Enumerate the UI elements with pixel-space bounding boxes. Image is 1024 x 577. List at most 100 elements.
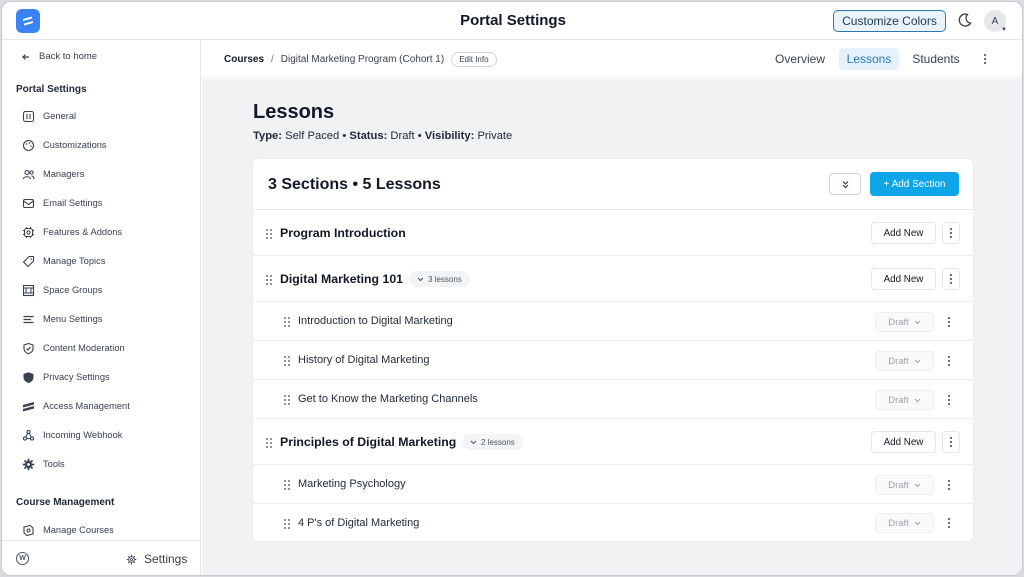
- sidebar-item-incoming-webhook[interactable]: Incoming Webhook: [22, 427, 122, 443]
- section-more-icon[interactable]: [942, 222, 960, 244]
- sidebar: Back to home Portal Settings General Cus…: [2, 40, 201, 575]
- sidebar-item-access-management[interactable]: Access Management: [22, 398, 130, 414]
- sidebar-item-label: Privacy Settings: [43, 372, 110, 382]
- status-value: Draft: [888, 355, 909, 367]
- sidebar-item-manage-courses[interactable]: Manage Courses: [22, 522, 114, 538]
- section-more-icon[interactable]: [942, 431, 960, 453]
- visibility-label: Visibility:: [424, 130, 475, 142]
- main-content: Lessons Type: Self Paced • Status: Draft…: [202, 79, 1022, 575]
- lesson-title[interactable]: Introduction to Digital Marketing: [298, 315, 453, 327]
- section-title: Program Introduction: [280, 226, 406, 240]
- drag-handle-icon[interactable]: [284, 519, 290, 529]
- more-options-icon[interactable]: [980, 52, 990, 66]
- lesson-more-icon[interactable]: [942, 351, 956, 371]
- lesson-title[interactable]: Marketing Psychology: [298, 478, 406, 490]
- add-section-button[interactable]: + Add Section: [870, 172, 959, 196]
- sidebar-item-label: Incoming Webhook: [43, 430, 123, 440]
- drag-handle-icon[interactable]: [266, 275, 272, 285]
- add-new-button[interactable]: Add New: [871, 431, 936, 453]
- drag-handle-icon[interactable]: [284, 356, 290, 366]
- drag-handle-icon[interactable]: [284, 395, 290, 405]
- edit-info-button[interactable]: Edit Info: [451, 52, 497, 67]
- sidebar-item-label: Manage Courses: [43, 525, 114, 535]
- sidebar-item-managers[interactable]: Managers: [22, 166, 84, 182]
- sidebar-item-label: Access Management: [43, 401, 130, 411]
- sidebar-item-general[interactable]: General: [22, 108, 76, 124]
- sidebar-item-tools[interactable]: Tools: [22, 456, 65, 472]
- add-new-button[interactable]: Add New: [871, 222, 936, 244]
- sidebar-item-privacy-settings[interactable]: Privacy Settings: [22, 369, 110, 385]
- lesson-count-badge[interactable]: 3 lessons: [409, 271, 470, 287]
- tab-lessons[interactable]: Lessons: [839, 48, 899, 70]
- course-meta: Type: Self Paced • Status: Draft • Visib…: [253, 130, 512, 142]
- status-dropdown[interactable]: Draft: [875, 475, 934, 495]
- sidebar-item-label: Managers: [43, 169, 85, 179]
- drag-handle-icon[interactable]: [284, 317, 290, 327]
- tab-students[interactable]: Students: [907, 48, 965, 70]
- course-management-heading: Course Management: [16, 497, 115, 508]
- sidebar-item-customizations[interactable]: Customizations: [22, 137, 107, 153]
- lessons-title: Lessons: [253, 101, 335, 123]
- status-dropdown[interactable]: Draft: [875, 513, 934, 533]
- status-value: Draft: [390, 130, 415, 142]
- lesson-count-label: 3 lessons: [428, 274, 462, 284]
- tag-icon: [22, 255, 35, 267]
- status-dropdown[interactable]: Draft: [875, 390, 934, 410]
- status-dropdown[interactable]: Draft: [875, 351, 934, 371]
- back-to-home-link[interactable]: Back to home: [21, 51, 97, 62]
- users-icon: [22, 169, 35, 179]
- lesson-title[interactable]: History of Digital Marketing: [298, 354, 429, 366]
- lessons-card: 3 Sections • 5 Lessons + Add Section Pro…: [253, 159, 973, 541]
- chevron-down-icon: [914, 359, 921, 363]
- grid-icon: [22, 284, 35, 296]
- type-value: Self Paced: [285, 130, 340, 142]
- drag-handle-icon[interactable]: [284, 480, 290, 490]
- card-header: 3 Sections • 5 Lessons + Add Section: [253, 159, 973, 210]
- breadcrumb: Courses / Digital Marketing Program (Coh…: [224, 52, 497, 67]
- drag-handle-icon[interactable]: [266, 438, 272, 448]
- settings-link[interactable]: Settings: [126, 552, 187, 566]
- status-dropdown[interactable]: Draft: [875, 312, 934, 332]
- sidebar-item-manage-topics[interactable]: Manage Topics: [22, 253, 105, 269]
- avatar[interactable]: A ▼: [984, 10, 1007, 33]
- customize-colors-button[interactable]: Customize Colors: [833, 10, 946, 32]
- lesson-title[interactable]: 4 P's of Digital Marketing: [298, 517, 419, 529]
- lesson-row: History of Digital Marketing Draft: [253, 342, 973, 380]
- chevron-down-icon: [417, 277, 424, 281]
- sidebar-item-email-settings[interactable]: Email Settings: [22, 195, 102, 211]
- lesson-row: Get to Know the Marketing Channels Draft: [253, 381, 973, 419]
- lesson-more-icon[interactable]: [942, 312, 956, 332]
- chevrons-down-icon: [842, 180, 848, 188]
- gear-icon: [126, 554, 137, 564]
- chevron-down-icon: [914, 521, 921, 525]
- sidebar-item-space-groups[interactable]: Space Groups: [22, 282, 102, 298]
- section-more-icon[interactable]: [942, 268, 960, 290]
- lesson-more-icon[interactable]: [942, 390, 956, 410]
- meta-dot: •: [342, 130, 347, 142]
- sidebar-item-content-moderation[interactable]: Content Moderation: [22, 340, 125, 356]
- breadcrumb-separator: /: [271, 54, 274, 65]
- settings-label: Settings: [144, 552, 188, 566]
- shield-icon: [23, 371, 34, 383]
- chevron-down-icon: ▼: [1001, 27, 1007, 33]
- lesson-more-icon[interactable]: [942, 513, 956, 533]
- lesson-row: 4 P's of Digital Marketing Draft: [253, 505, 973, 541]
- general-icon: [22, 110, 35, 122]
- wordpress-icon[interactable]: W: [16, 552, 29, 565]
- add-new-button[interactable]: Add New: [871, 268, 936, 290]
- breadcrumb-courses[interactable]: Courses: [224, 54, 264, 65]
- tab-overview[interactable]: Overview: [769, 48, 831, 70]
- lesson-title[interactable]: Get to Know the Marketing Channels: [298, 393, 478, 405]
- sidebar-item-menu-settings[interactable]: Menu Settings: [22, 311, 102, 327]
- lesson-count-label: 2 lessons: [481, 437, 515, 447]
- collapse-all-button[interactable]: [829, 173, 861, 195]
- avatar-initial: A: [991, 15, 999, 27]
- lesson-count-badge[interactable]: 2 lessons: [462, 434, 523, 450]
- drag-handle-icon[interactable]: [266, 229, 272, 239]
- arrow-left-icon: [22, 53, 29, 60]
- courses-icon: [23, 524, 34, 536]
- moon-icon[interactable]: [957, 12, 973, 28]
- gear-icon: [22, 458, 35, 470]
- lesson-more-icon[interactable]: [942, 475, 956, 495]
- sidebar-item-features-addons[interactable]: Features & Addons: [22, 224, 122, 240]
